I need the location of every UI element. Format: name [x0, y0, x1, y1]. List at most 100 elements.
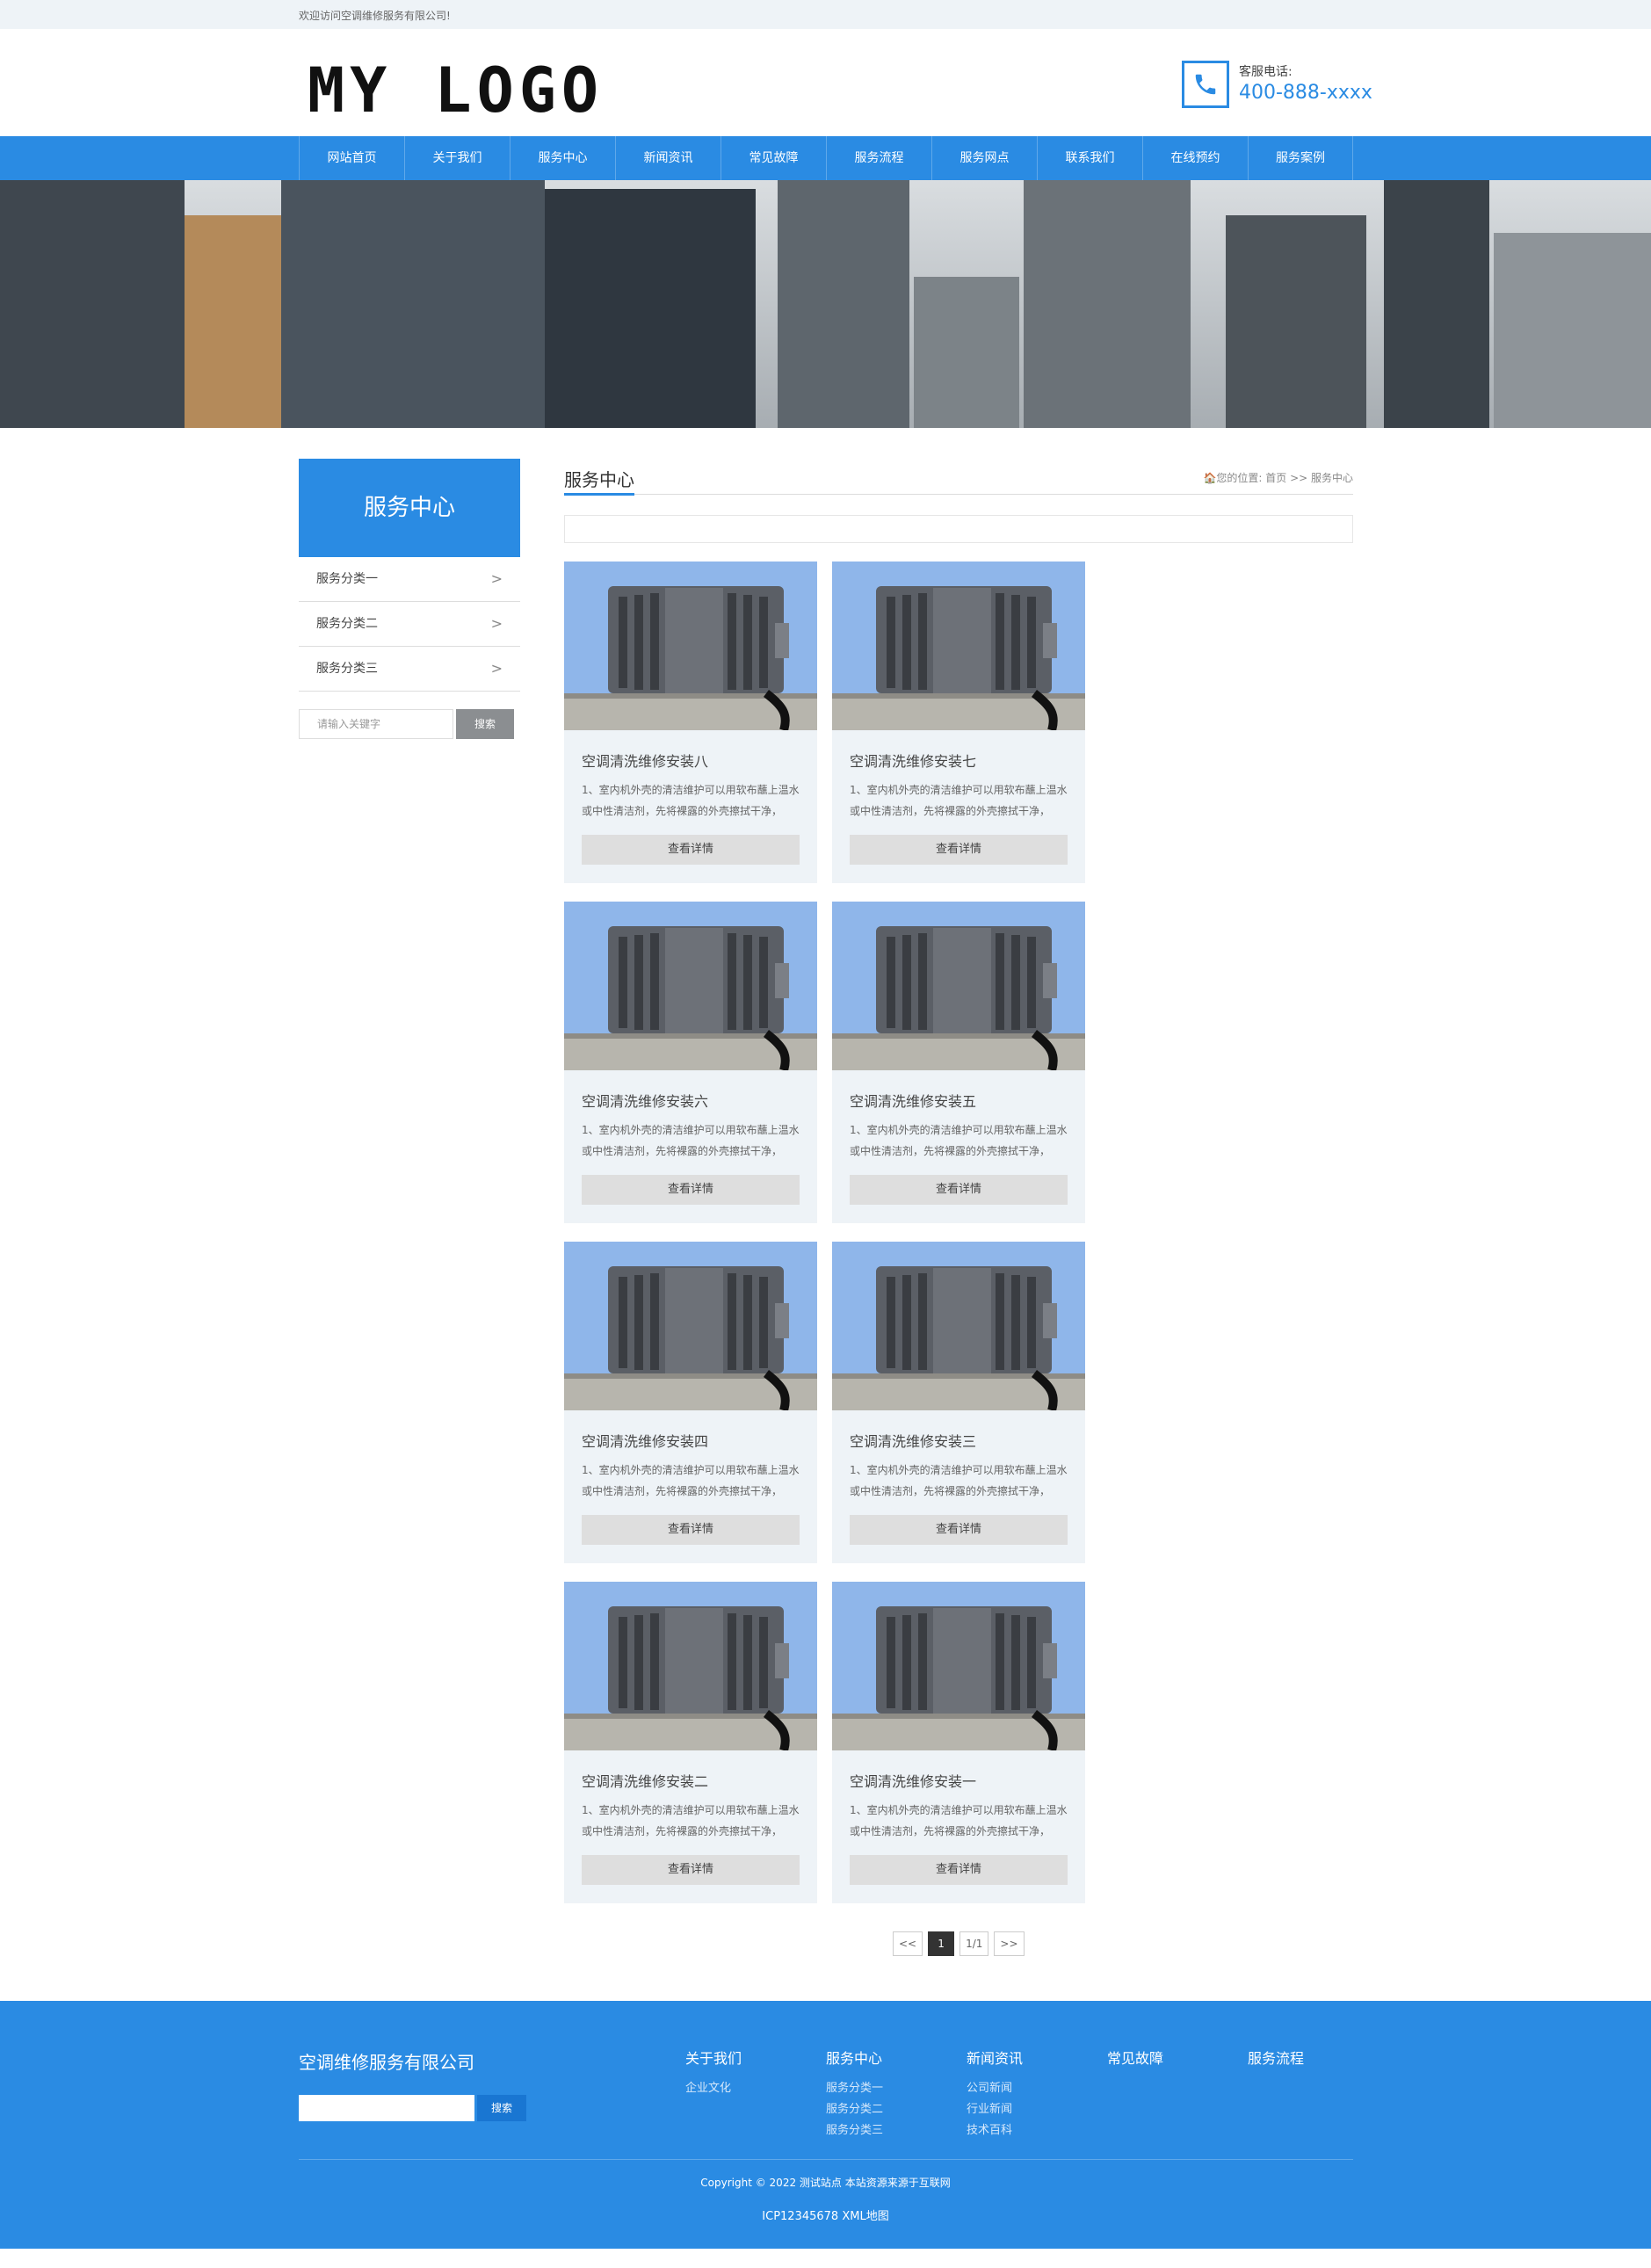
view-details-button[interactable]: 查看详情 — [850, 835, 1068, 865]
service-card[interactable]: 空调清洗维修安装二 1、室内机外壳的清洁维护可以用软布蘸上温水或中性清洁剂，先将… — [564, 1582, 817, 1903]
nav-item[interactable]: 新闻资讯 — [615, 136, 721, 180]
card-title[interactable]: 空调清洗维修安装一 — [850, 1770, 976, 1791]
footer-column-title[interactable]: 服务中心 — [826, 2047, 883, 2068]
nav-item[interactable]: 服务中心 — [510, 136, 615, 180]
view-details-button[interactable]: 查看详情 — [582, 1515, 800, 1545]
service-card[interactable]: 空调清洗维修安装一 1、室内机外壳的清洁维护可以用软布蘸上温水或中性清洁剂，先将… — [832, 1582, 1085, 1903]
sidebar-title: 服务中心 — [299, 459, 520, 557]
view-details-button[interactable]: 查看详情 — [850, 1855, 1068, 1885]
card-title[interactable]: 空调清洗维修安装七 — [850, 750, 976, 771]
chevron-right-icon: > — [490, 570, 503, 587]
welcome-text: 欢迎访问空调维修服务有限公司! — [299, 10, 451, 22]
page-summary: 1/1 — [959, 1931, 989, 1956]
sidebar-item-category-2[interactable]: 服务分类二 > — [299, 602, 520, 647]
card-description: 1、室内机外壳的清洁维护可以用软布蘸上温水或中性清洁剂，先将裸露的外壳擦拭干净，… — [850, 1464, 1068, 1497]
card-description: 1、室内机外壳的清洁维护可以用软布蘸上温水或中性清洁剂，先将裸露的外壳擦拭干净，… — [582, 1464, 800, 1497]
card-description: 1、室内机外壳的清洁维护可以用软布蘸上温水或中性清洁剂，先将裸露的外壳擦拭干净，… — [850, 1804, 1068, 1837]
card-title[interactable]: 空调清洗维修安装三 — [850, 1430, 976, 1451]
footer-icp: ICP12345678 XML地图 — [762, 2210, 889, 2223]
sidebar-item-category-3[interactable]: 服务分类三 > — [299, 647, 520, 692]
service-card[interactable]: 空调清洗维修安装五 1、室内机外壳的清洁维护可以用软布蘸上温水或中性清洁剂，先将… — [832, 902, 1085, 1223]
footer-column-title[interactable]: 关于我们 — [685, 2047, 742, 2068]
nav-item[interactable]: 服务流程 — [826, 136, 931, 180]
footer-link[interactable]: 服务分类二 — [826, 2099, 883, 2120]
service-card[interactable]: 空调清洗维修安装八 1、室内机外壳的清洁维护可以用软布蘸上温水或中性清洁剂，先将… — [564, 562, 817, 883]
card-title[interactable]: 空调清洗维修安装四 — [582, 1430, 708, 1451]
ac-unit-image[interactable] — [832, 562, 1085, 730]
filter-bar — [564, 515, 1353, 543]
view-details-button[interactable]: 查看详情 — [850, 1175, 1068, 1205]
footer-column: 服务流程 — [1248, 2047, 1304, 2078]
service-card[interactable]: 空调清洗维修安装三 1、室内机外壳的清洁维护可以用软布蘸上温水或中性清洁剂，先将… — [832, 1242, 1085, 1563]
nav-item[interactable]: 在线预约 — [1142, 136, 1248, 180]
sidebar-item-category-1[interactable]: 服务分类一 > — [299, 557, 520, 602]
card-description: 1、室内机外壳的清洁维护可以用软布蘸上温水或中性清洁剂，先将裸露的外壳擦拭干净，… — [582, 784, 800, 817]
next-page-button[interactable]: >> — [994, 1931, 1025, 1956]
ac-unit-image[interactable] — [564, 562, 817, 730]
city-skyline-image — [0, 180, 1651, 428]
footer-copyright: Copyright © 2022 测试站点 本站资源来源于互联网 — [700, 2177, 951, 2189]
footer-company-name: 空调维修服务有限公司 — [299, 2052, 474, 2073]
page-1-button[interactable]: 1 — [928, 1931, 955, 1956]
footer-link[interactable]: 公司新闻 — [967, 2078, 1023, 2099]
service-card[interactable]: 空调清洗维修安装六 1、室内机外壳的清洁维护可以用软布蘸上温水或中性清洁剂，先将… — [564, 902, 817, 1223]
nav-item[interactable]: 常见故障 — [721, 136, 826, 180]
chevron-right-icon: > — [490, 660, 503, 677]
title-accent — [564, 493, 634, 496]
footer-column: 关于我们 企业文化 — [685, 2047, 742, 2099]
footer-link[interactable]: 技术百科 — [967, 2120, 1023, 2141]
footer-column: 服务中心服务分类一 服务分类二 服务分类三 — [826, 2047, 883, 2141]
breadcrumb: 🏠您的位置: 首页 >> 服务中心 — [1203, 472, 1353, 484]
footer-divider — [299, 2159, 1353, 2160]
card-description: 1、室内机外壳的清洁维护可以用软布蘸上温水或中性清洁剂，先将裸露的外壳擦拭干净，… — [850, 784, 1068, 817]
card-title[interactable]: 空调清洗维修安装六 — [582, 1090, 708, 1111]
card-title[interactable]: 空调清洗维修安装二 — [582, 1770, 708, 1791]
pagination: << 1 1/1 >> — [893, 1931, 1030, 1956]
site-logo[interactable]: MY LOGO — [308, 55, 604, 126]
card-description: 1、室内机外壳的清洁维护可以用软布蘸上温水或中性清洁剂，先将裸露的外壳擦拭干净，… — [850, 1124, 1068, 1157]
nav-item[interactable]: 服务案例 — [1248, 136, 1353, 180]
footer-column: 新闻资讯公司新闻 行业新闻 技术百科 — [967, 2047, 1023, 2141]
card-description: 1、室内机外壳的清洁维护可以用软布蘸上温水或中性清洁剂，先将裸露的外壳擦拭干净，… — [582, 1124, 800, 1157]
footer-column: 常见故障 — [1107, 2047, 1163, 2078]
footer-column-title[interactable]: 常见故障 — [1107, 2047, 1163, 2068]
ac-unit-image[interactable] — [564, 1242, 817, 1410]
title-divider — [564, 494, 1353, 495]
chevron-right-icon: > — [490, 615, 503, 632]
footer-link[interactable]: 服务分类一 — [826, 2078, 883, 2099]
view-details-button[interactable]: 查看详情 — [850, 1515, 1068, 1545]
nav-item[interactable]: 网站首页 — [299, 136, 404, 180]
view-details-button[interactable]: 查看详情 — [582, 1175, 800, 1205]
footer-column-title[interactable]: 服务流程 — [1248, 2047, 1304, 2068]
view-details-button[interactable]: 查看详情 — [582, 1855, 800, 1885]
footer-column-title[interactable]: 新闻资讯 — [967, 2047, 1023, 2068]
ac-unit-image[interactable] — [832, 1242, 1085, 1410]
card-title[interactable]: 空调清洗维修安装八 — [582, 750, 708, 771]
ac-unit-image[interactable] — [832, 1582, 1085, 1750]
nav-item[interactable]: 服务网点 — [931, 136, 1037, 180]
footer-search-input[interactable] — [299, 2095, 474, 2121]
sidebar-item-label: 服务分类二 — [316, 617, 378, 631]
phone-label: 客服电话: — [1239, 65, 1293, 79]
footer-search-button[interactable]: 搜索 — [477, 2095, 526, 2121]
nav-item[interactable]: 联系我们 — [1037, 136, 1142, 180]
ac-unit-image[interactable] — [564, 1582, 817, 1750]
nav-item[interactable]: 关于我们 — [404, 136, 510, 180]
ac-unit-image[interactable] — [832, 902, 1085, 1070]
service-card[interactable]: 空调清洗维修安装七 1、室内机外壳的清洁维护可以用软布蘸上温水或中性清洁剂，先将… — [832, 562, 1085, 883]
service-card[interactable]: 空调清洗维修安装四 1、室内机外壳的清洁维护可以用软布蘸上温水或中性清洁剂，先将… — [564, 1242, 817, 1563]
footer-link[interactable]: 服务分类三 — [826, 2120, 883, 2141]
view-details-button[interactable]: 查看详情 — [582, 835, 800, 865]
main-nav: 网站首页 关于我们 服务中心 新闻资讯 常见故障 服务流程 服务网点 联系我们 在线预约 服务案例 — [0, 136, 1651, 180]
prev-page-button[interactable]: << — [893, 1931, 923, 1956]
footer-link[interactable]: 企业文化 — [685, 2078, 742, 2099]
card-description: 1、室内机外壳的清洁维护可以用软布蘸上温水或中性清洁剂，先将裸露的外壳擦拭干净，… — [582, 1804, 800, 1837]
footer-link[interactable]: 行业新闻 — [967, 2099, 1023, 2120]
sidebar-search-button[interactable]: 搜索 — [456, 709, 514, 739]
page-title: 服务中心 — [564, 469, 634, 490]
header: MY LOGO 客服电话: 400-888-xxxx — [0, 29, 1651, 136]
sidebar-item-label: 服务分类三 — [316, 662, 378, 676]
card-title[interactable]: 空调清洗维修安装五 — [850, 1090, 976, 1111]
sidebar-search-input[interactable]: 请输入关键字 — [299, 709, 453, 739]
ac-unit-image[interactable] — [564, 902, 817, 1070]
